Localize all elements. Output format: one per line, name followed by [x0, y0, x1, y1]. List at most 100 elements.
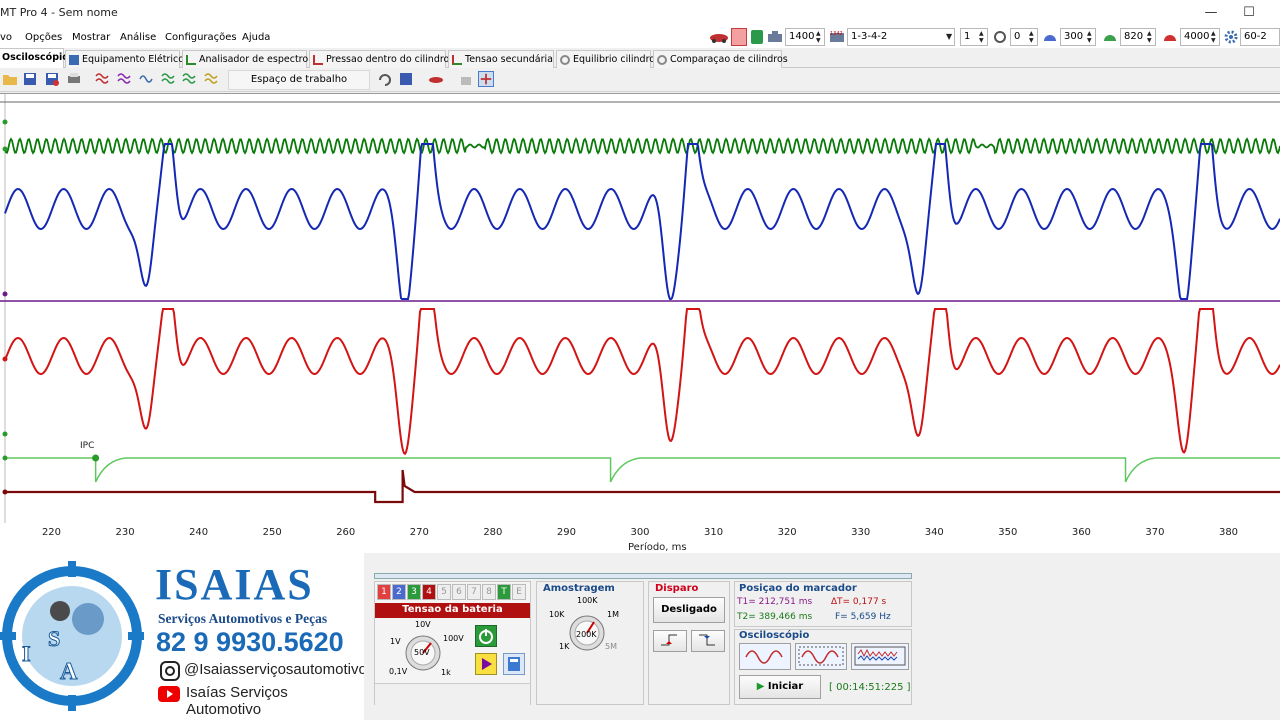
menu-analise[interactable]: Análise [120, 32, 156, 43]
single-mode-button[interactable] [739, 643, 791, 670]
value-4000-spinner[interactable]: 4000 ▲ ▼ [1180, 28, 1220, 46]
channel-marker-4 [2, 431, 8, 437]
power-button[interactable] [475, 625, 497, 647]
menu-mostrar[interactable]: Mostrar [72, 32, 110, 43]
channel-tab-5[interactable]: 5 [437, 584, 451, 600]
value-820-spinner[interactable]: 820 ▲ ▼ [1120, 28, 1156, 46]
youtube-icon [158, 686, 180, 702]
panel-splitter[interactable] [374, 573, 912, 579]
save-as-icon[interactable] [44, 71, 60, 87]
channel-tab-E[interactable]: E [512, 584, 526, 600]
workspace-button[interactable]: Espaço de trabalho [228, 70, 370, 90]
channel-marker-1 [2, 146, 8, 152]
wave-tool-1-icon[interactable] [95, 71, 111, 87]
play-button[interactable] [475, 653, 497, 675]
multi-mode-button[interactable] [851, 643, 909, 670]
tab-equipamento-eletrico[interactable]: Equipamento Elétrico [65, 50, 184, 68]
firing-order-select[interactable]: 1-3-4-2 ▼ [847, 28, 955, 46]
tab-equilibrio-cilindro[interactable]: Equilibrio cilindro [556, 50, 655, 68]
svg-text:1342: 1342 [830, 31, 843, 37]
sampling-label-10k: 10K [549, 610, 565, 619]
channel-tab-4[interactable]: 4 [422, 584, 436, 600]
car-tool-icon[interactable] [428, 71, 444, 87]
trigger-rising-button[interactable] [653, 630, 687, 652]
x-tick-label: 340 [924, 527, 944, 538]
minimize-button[interactable]: — [1196, 4, 1226, 24]
lock-green-icon[interactable] [751, 30, 763, 44]
channel-tab-3[interactable]: 3 [407, 584, 421, 600]
channel-tab-T[interactable]: T [497, 584, 511, 600]
open-folder-icon[interactable] [2, 71, 18, 87]
menu-configuracoes[interactable]: Configurações [165, 32, 237, 43]
cylinder-spinner[interactable]: 1 ▲ ▼ [960, 28, 988, 46]
channel-marker-3 [2, 356, 8, 362]
save-workspace-icon[interactable] [398, 71, 414, 87]
time-axis: 220 230 240 250 260 270 280 290 300 310 320 330 340 3… [0, 523, 1280, 553]
teeth-spinner[interactable]: 60-2 [1240, 28, 1280, 46]
rpm-spinner[interactable]: 1400 ▲ ▼ [785, 28, 825, 46]
tab-label: Comparaçao de cilindros [670, 54, 788, 65]
calculator-button[interactable] [503, 653, 525, 675]
tab-tensao-secundaria[interactable]: Tensao secundária [448, 50, 554, 68]
maximize-button[interactable]: ☐ [1234, 4, 1264, 24]
control-panel: 12345678TE Tensao da bateria 10V 1V 100V… [364, 553, 1280, 720]
normal-mode-button[interactable] [795, 643, 847, 670]
tab-label: Equilibrio cilindro [573, 54, 656, 65]
wave-tool-2-icon[interactable] [117, 71, 133, 87]
hand-tool-icon[interactable] [458, 71, 474, 87]
knob-label-01v: 0,1V [389, 667, 408, 676]
rising-edge-icon [661, 634, 677, 646]
cursor-tool-icon[interactable] [478, 71, 494, 87]
company-name: ISAIAS [155, 560, 314, 609]
marker-frequency: F= 5,659 Hz [835, 612, 891, 622]
tab-analisador-espectro[interactable]: Analisador de espectro [182, 50, 308, 68]
wave-tool-3-icon[interactable] [139, 71, 155, 87]
marker-delta-t: ∆T= 0,177 s [831, 597, 887, 607]
wave-tool-6-icon[interactable] [204, 71, 220, 87]
offset-spinner[interactable]: 0 ▲ ▼ [1010, 28, 1038, 46]
trigger-falling-button[interactable] [691, 630, 725, 652]
save-icon[interactable] [22, 71, 38, 87]
wave-tool-4-icon[interactable] [161, 71, 177, 87]
undo-icon[interactable] [377, 71, 393, 87]
menu-ajuda[interactable]: Ajuda [242, 32, 270, 43]
lock-red-icon[interactable] [731, 28, 747, 46]
marker-title: Posiçao do marcador [739, 583, 857, 594]
battery-icon [69, 55, 79, 65]
channel-marker-5 [2, 455, 8, 461]
start-button[interactable]: ▶ Iniciar [739, 675, 821, 699]
lightgreen-series-line [5, 457, 1280, 483]
power-icon [479, 629, 493, 644]
trigger-off-button[interactable]: Desligado [653, 597, 725, 623]
darkred-series-line [5, 469, 1280, 504]
sampling-label-100k: 100K [577, 596, 598, 605]
x-tick-label: 230 [115, 527, 135, 538]
menu-opcoes[interactable]: Opções [25, 32, 62, 43]
trigger-group: Disparo Desligado [648, 581, 730, 705]
cylinder-value: 1 [964, 31, 971, 42]
channel-tab-1[interactable]: 1 [377, 584, 391, 600]
x-tick-label: 270 [409, 527, 429, 538]
print-icon[interactable] [66, 71, 82, 87]
tab-bar: Osciloscópio Equipamento Elétrico Analis… [0, 48, 1280, 68]
window-title: MT Pro 4 - Sem nome [0, 6, 118, 19]
channel-tab-7[interactable]: 7 [467, 584, 481, 600]
car-icon[interactable] [708, 29, 730, 45]
tab-comparacao-cilindros[interactable]: Comparaçao de cilindros [653, 50, 788, 68]
ipc-marker-dot [92, 454, 100, 462]
gauge-blue-icon [1044, 35, 1056, 41]
value-300-spinner[interactable]: 300 ▲ ▼ [1060, 28, 1096, 46]
channel-title: Tensao da bateria [375, 603, 530, 618]
channel-tab-2[interactable]: 2 [392, 584, 406, 600]
channel-tab-8[interactable]: 8 [482, 584, 496, 600]
teeth-value: 60-2 [1244, 31, 1267, 42]
x-tick-label: 350 [998, 527, 1018, 538]
wave-tool-5-icon[interactable] [182, 71, 198, 87]
tab-osciloscopio[interactable]: Osciloscópio [0, 48, 69, 68]
x-tick-label: 320 [777, 527, 797, 538]
menu-arquivo[interactable]: vo [0, 32, 12, 43]
x-tick-label: 250 [262, 527, 282, 538]
channel-tab-6[interactable]: 6 [452, 584, 466, 600]
oscilloscope-view[interactable]: IPC [0, 93, 1280, 524]
tab-pressao-cilindro[interactable]: Pressao dentro do cilindro [309, 50, 449, 68]
